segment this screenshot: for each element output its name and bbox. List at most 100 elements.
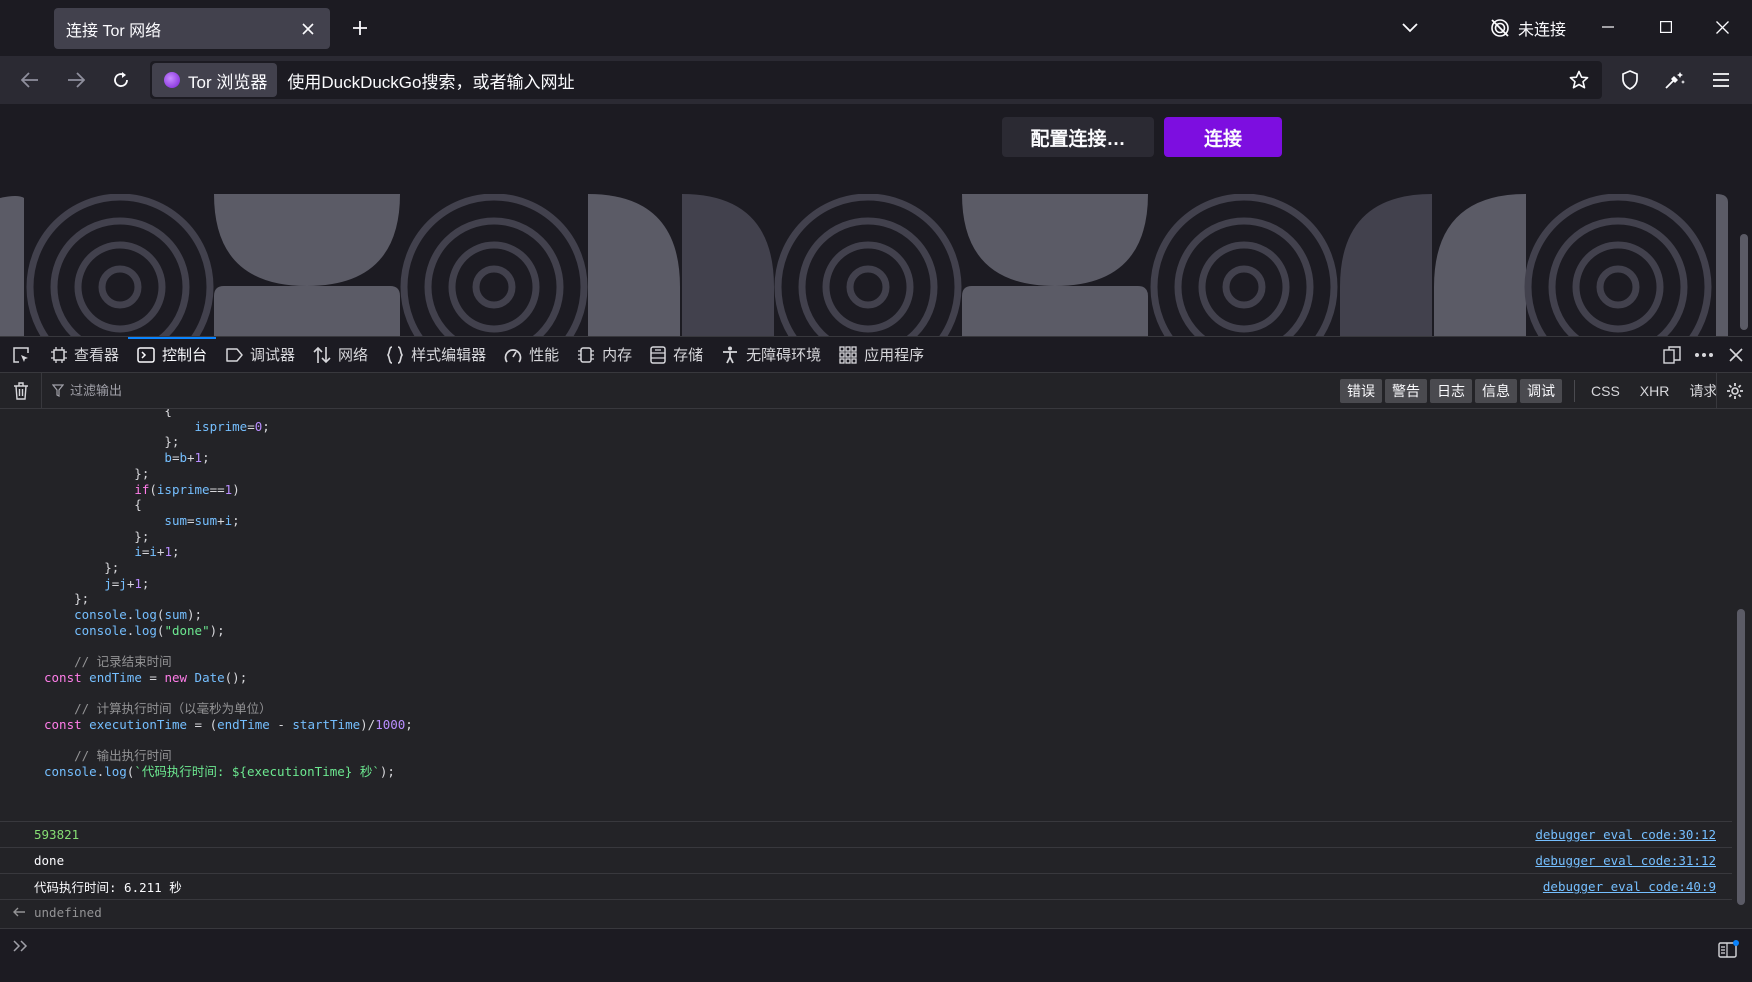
list-all-tabs-button[interactable] <box>1396 14 1424 42</box>
filter-logs-button[interactable]: 日志 <box>1430 379 1472 403</box>
code-line: console.log(sum); <box>74 607 203 623</box>
tab-accessibility[interactable]: 无障碍环境 <box>712 337 830 373</box>
app-menu-button[interactable] <box>1705 64 1737 96</box>
arrow-left-icon <box>21 72 38 88</box>
tab-label: 控制台 <box>162 347 208 364</box>
tor-identity-box[interactable]: Tor 浏览器 <box>152 63 278 97</box>
console-input-row[interactable] <box>0 928 1752 982</box>
new-tab-button[interactable] <box>346 14 374 42</box>
console-message: 593821 debugger eval code:30:12 <box>0 821 1732 847</box>
storage-icon <box>650 345 666 364</box>
filter-output-input[interactable] <box>70 383 1270 398</box>
close-devtools-button[interactable] <box>1720 337 1752 373</box>
code-line: // 输出执行时间 <box>44 748 172 764</box>
code-line: // 记录结束时间 <box>44 654 172 670</box>
tab-debugger[interactable]: 调试器 <box>216 337 304 373</box>
trash-icon <box>13 381 28 400</box>
maximize-button[interactable] <box>1646 10 1686 44</box>
console-settings-button[interactable] <box>1716 373 1752 409</box>
navigation-toolbar: Tor 浏览器 使用DuckDuckGo搜索，或者输入网址 <box>0 56 1752 104</box>
more-options-button[interactable] <box>1688 337 1720 373</box>
evaluated-code-block: { isprime=0; }; b=b+1; }; if(isprime==1)… <box>0 409 1732 821</box>
devtools-toolbar: 查看器 控制台 调试器 网络 样式编辑器 性能 内存 存储 无障碍环境 应用程序 <box>0 336 1752 373</box>
console-scrollbar-thumb[interactable] <box>1737 609 1745 905</box>
debugger-icon <box>226 347 243 362</box>
url-input[interactable]: 使用DuckDuckGo搜索，或者输入网址 <box>287 68 1564 93</box>
decorative-onion-pattern <box>0 194 1728 336</box>
back-button[interactable] <box>14 64 46 96</box>
log-level-filters: 错误 警告 日志 信息 调试 <box>1340 379 1562 403</box>
close-icon <box>1715 20 1729 34</box>
tab-label: 性能 <box>529 347 560 364</box>
element-picker-button[interactable] <box>0 337 42 373</box>
code-line: sum=sum+i; <box>164 512 240 528</box>
tab-storage[interactable]: 存储 <box>641 337 712 373</box>
code-line: isprime=0; <box>194 418 270 434</box>
message-text: 代码执行时间: 6.211 秒 <box>34 880 182 895</box>
plus-icon <box>353 21 367 35</box>
console-message: 代码执行时间: 6.211 秒 debugger eval code:40:9 <box>0 873 1732 899</box>
network-icon <box>313 346 331 363</box>
message-text: done <box>34 853 65 868</box>
connect-button[interactable]: 连接 <box>1164 117 1282 157</box>
connection-status-label: 未连接 <box>1518 22 1567 39</box>
tab-label: 样式编辑器 <box>411 347 487 364</box>
bookmark-star-icon[interactable] <box>1564 65 1594 95</box>
clear-console-button[interactable] <box>0 372 42 409</box>
style-editor-icon <box>387 345 404 364</box>
memory-icon <box>578 346 595 363</box>
close-window-button[interactable] <box>1702 10 1742 44</box>
arrow-right-icon <box>68 72 85 88</box>
reload-button[interactable] <box>105 64 137 96</box>
tab-performance[interactable]: 性能 <box>495 337 568 373</box>
console-output: { isprime=0; }; b=b+1; }; if(isprime==1)… <box>0 409 1732 926</box>
tab-application[interactable]: 应用程序 <box>830 337 933 373</box>
code-line: console.log(`代码执行时间: ${executionTime} 秒`… <box>44 764 395 780</box>
code-line: // 计算执行时间（以毫秒为单位） <box>44 701 272 717</box>
new-identity-button[interactable] <box>1659 64 1691 96</box>
tab-label: 内存 <box>602 347 633 364</box>
chevron-down-icon <box>1402 23 1418 33</box>
tab-close-icon[interactable] <box>298 19 318 39</box>
tab-console[interactable]: 控制台 <box>128 336 217 373</box>
filter-info-button[interactable]: 信息 <box>1475 379 1517 403</box>
identity-label: Tor 浏览器 <box>188 72 268 92</box>
browser-tab[interactable]: 连接 Tor 网络 <box>54 8 330 49</box>
tab-inspector[interactable]: 查看器 <box>42 337 128 373</box>
message-source-link[interactable]: debugger eval code:40:9 <box>1543 879 1716 894</box>
tab-network[interactable]: 网络 <box>304 337 377 373</box>
tor-onion-icon <box>164 72 180 88</box>
url-bar[interactable]: Tor 浏览器 使用DuckDuckGo搜索，或者输入网址 <box>150 61 1602 99</box>
security-level-button[interactable] <box>1614 64 1646 96</box>
configure-connection-button[interactable]: 配置连接… <box>1002 117 1154 157</box>
code-line: }; <box>44 528 150 544</box>
tor-connect-page: 配置连接… 连接 <box>0 104 1752 336</box>
minimize-button[interactable] <box>1588 10 1628 44</box>
disconnected-onion-icon <box>1491 19 1509 37</box>
console-message: done debugger eval code:31:12 <box>0 847 1732 873</box>
tor-connection-status[interactable]: 未连接 <box>1490 14 1566 42</box>
message-source-link[interactable]: debugger eval code:30:12 <box>1535 827 1716 842</box>
filter-warnings-button[interactable]: 警告 <box>1385 379 1427 403</box>
filter-errors-button[interactable]: 错误 <box>1340 379 1382 403</box>
filter-debug-button[interactable]: 调试 <box>1520 379 1562 403</box>
shield-icon <box>1622 70 1638 90</box>
console-filter-bar: 错误 警告 日志 信息 调试 CSS XHR 请求 <box>0 372 1752 409</box>
filter-output-field[interactable] <box>52 383 1332 398</box>
filter-xhr-button[interactable]: XHR <box>1631 379 1679 403</box>
broom-sparkle-icon <box>1665 72 1685 89</box>
page-scrollbar[interactable] <box>1740 234 1748 330</box>
tab-memory[interactable]: 内存 <box>568 337 641 373</box>
filter-css-button[interactable]: CSS <box>1582 379 1629 403</box>
dock-side-button[interactable] <box>1656 337 1688 373</box>
code-line: }; <box>44 434 180 450</box>
accessibility-icon <box>723 346 738 363</box>
tab-style-editor[interactable]: 样式编辑器 <box>377 337 495 373</box>
hamburger-menu-icon <box>1713 73 1729 87</box>
console-scrollbar[interactable] <box>1736 409 1746 907</box>
tab-strip: 连接 Tor 网络 未连接 <box>0 0 1752 56</box>
editor-mode-toggle-icon[interactable] <box>1718 939 1740 959</box>
code-line: j=j+1; <box>104 575 150 591</box>
message-source-link[interactable]: debugger eval code:31:12 <box>1535 853 1716 868</box>
forward-button[interactable] <box>60 64 92 96</box>
